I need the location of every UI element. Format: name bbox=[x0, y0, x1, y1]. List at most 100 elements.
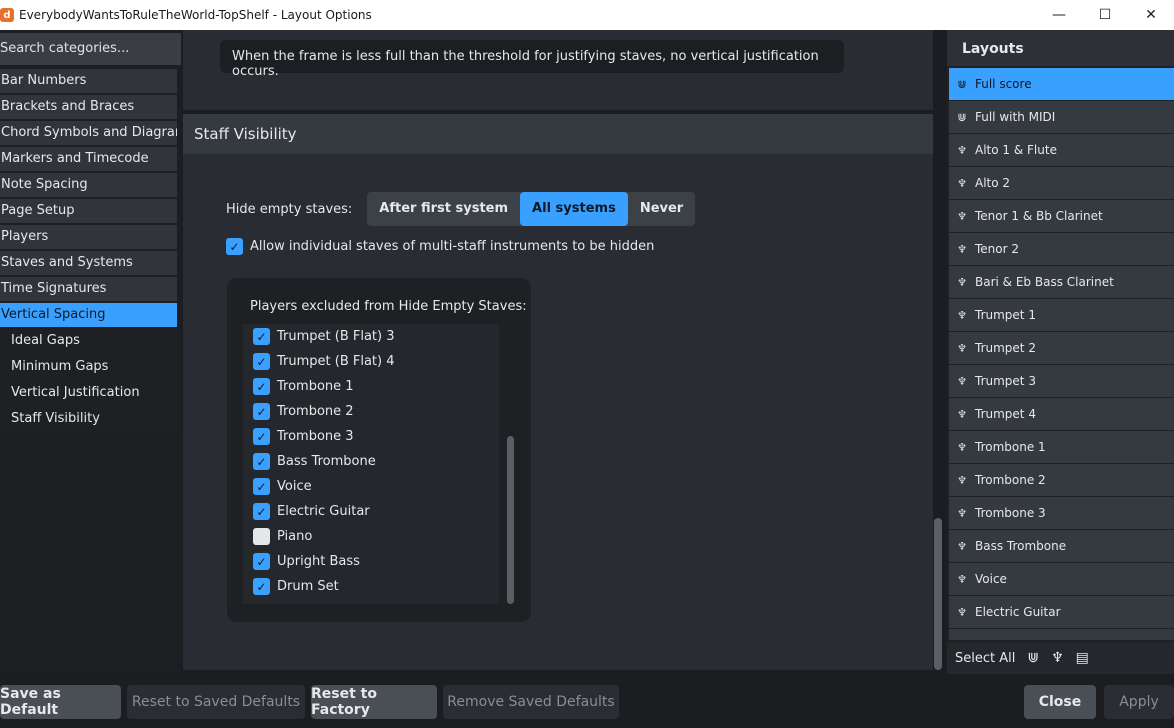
window-title: EverybodyWantsToRuleTheWorld-TopShelf - … bbox=[19, 8, 372, 22]
player-checkbox[interactable]: ✓ bbox=[253, 453, 270, 470]
bottom-bar: Save as Default Reset to Saved Defaults … bbox=[0, 674, 1174, 728]
reset-to-saved-defaults-button[interactable]: Reset to Saved Defaults bbox=[127, 685, 305, 719]
section-title: Staff Visibility bbox=[183, 114, 933, 154]
layout-item[interactable]: ♆ Trombone 3 bbox=[949, 497, 1174, 529]
part-icon: ♆ bbox=[957, 143, 967, 157]
layout-item[interactable]: ♆ Trumpet 1 bbox=[949, 299, 1174, 331]
remove-saved-defaults-button[interactable]: Remove Saved Defaults bbox=[443, 685, 619, 719]
sidebar-category[interactable]: Page Setup bbox=[0, 199, 177, 223]
close-window-button[interactable]: ✕ bbox=[1128, 0, 1174, 30]
player-row[interactable]: ✓ Trumpet (B Flat) 3 bbox=[243, 324, 499, 349]
layout-label: Full score bbox=[975, 77, 1032, 91]
layout-item[interactable]: ♆ Electric Guitar bbox=[949, 596, 1174, 628]
sidebar-category[interactable]: Note Spacing bbox=[0, 173, 177, 197]
player-checkbox[interactable]: ✓ bbox=[253, 478, 270, 495]
player-row[interactable]: ✓ Electric Guitar bbox=[243, 499, 499, 524]
sidebar-category[interactable]: Staves and Systems bbox=[0, 251, 177, 275]
sidebar-category[interactable]: Chord Symbols and Diagrams bbox=[0, 121, 177, 145]
hide-option-button[interactable]: After first system bbox=[367, 192, 520, 226]
player-row[interactable]: ✓ Trumpet (B Flat) 4 bbox=[243, 349, 499, 374]
part-icon: ♆ bbox=[957, 242, 967, 256]
select-full-score-icon[interactable]: ⋓ bbox=[1027, 650, 1039, 666]
sidebar-category[interactable]: Brackets and Braces bbox=[0, 95, 177, 119]
select-all-row: Select All ⋓ ♆ ▤ bbox=[947, 642, 1174, 674]
part-icon: ♆ bbox=[957, 275, 967, 289]
players-excluded-title: Players excluded from Hide Empty Staves: bbox=[250, 299, 527, 314]
layout-item[interactable]: ♆ Trombone 1 bbox=[949, 431, 1174, 463]
minimize-button[interactable]: — bbox=[1036, 0, 1082, 30]
player-checkbox[interactable]: ✓ bbox=[253, 553, 270, 570]
search-categories-input[interactable]: Search categories... bbox=[0, 33, 181, 65]
player-label: Piano bbox=[277, 529, 313, 544]
player-label: Trumpet (B Flat) 4 bbox=[277, 354, 395, 369]
close-button[interactable]: Close bbox=[1024, 685, 1096, 719]
player-label: Trumpet (B Flat) 3 bbox=[277, 329, 395, 344]
player-checkbox[interactable]: ✓ bbox=[253, 503, 270, 520]
main-scrollbar[interactable] bbox=[934, 518, 942, 670]
sidebar-subcategory[interactable]: Ideal Gaps bbox=[0, 329, 181, 355]
sidebar-subcategory[interactable]: Staff Visibility bbox=[0, 407, 181, 433]
save-as-default-button[interactable]: Save as Default bbox=[0, 685, 121, 719]
staff-visibility-panel: Staff Visibility Hide empty staves: Afte… bbox=[183, 114, 933, 670]
player-checkbox[interactable]: ✓ bbox=[253, 528, 270, 545]
player-row[interactable]: ✓ Upright Bass bbox=[243, 549, 499, 574]
select-parts-icon[interactable]: ♆ bbox=[1051, 650, 1064, 666]
player-label: Drum Set bbox=[277, 579, 339, 594]
reset-to-factory-button[interactable]: Reset to Factory bbox=[311, 685, 437, 719]
allow-hidden-checkbox[interactable]: ✓ bbox=[226, 238, 243, 255]
maximize-button[interactable]: ☐ bbox=[1082, 0, 1128, 30]
sidebar-subcategory[interactable]: Vertical Justification bbox=[0, 381, 181, 407]
allow-hidden-row[interactable]: ✓ Allow individual staves of multi-staff… bbox=[226, 238, 654, 255]
hide-option-button[interactable]: Never bbox=[628, 192, 695, 226]
player-checkbox[interactable]: ✓ bbox=[253, 403, 270, 420]
hide-empty-staves-row: Hide empty staves: After first system All… bbox=[226, 192, 696, 226]
player-checkbox[interactable]: ✓ bbox=[253, 428, 270, 445]
sidebar-subcategory[interactable]: Minimum Gaps bbox=[0, 355, 181, 381]
sidebar-category[interactable]: Players bbox=[0, 225, 177, 249]
player-row[interactable]: ✓ Trombone 3 bbox=[243, 424, 499, 449]
player-row[interactable]: ✓ Drum Set bbox=[243, 574, 499, 599]
layout-item[interactable]: ♆ Voice bbox=[949, 563, 1174, 595]
layout-label: Trumpet 2 bbox=[975, 341, 1036, 355]
layout-item[interactable]: ♆ Tenor 1 & Bb Clarinet bbox=[949, 200, 1174, 232]
layout-label: Alto 1 & Flute bbox=[975, 143, 1057, 157]
layout-item[interactable]: ⋓ Full score bbox=[949, 68, 1174, 100]
layout-item[interactable]: ♆ Bari & Eb Bass Clarinet bbox=[949, 266, 1174, 298]
sidebar-category[interactable]: Markers and Timecode bbox=[0, 147, 177, 171]
hide-option-button[interactable]: All systems bbox=[520, 192, 628, 226]
sidebar-category[interactable]: Vertical Spacing bbox=[0, 303, 177, 327]
player-row[interactable]: ✓ Piano bbox=[243, 524, 499, 549]
player-row[interactable]: ✓ Voice bbox=[243, 474, 499, 499]
layout-item[interactable]: ⋓ Full with MIDI bbox=[949, 101, 1174, 133]
sidebar-category[interactable]: Bar Numbers bbox=[0, 69, 177, 93]
player-checkbox[interactable]: ✓ bbox=[253, 328, 270, 345]
layout-item[interactable]: ♆ Alto 2 bbox=[949, 167, 1174, 199]
layout-item[interactable]: ♆ Bass Trombone bbox=[949, 530, 1174, 562]
part-icon: ♆ bbox=[957, 209, 967, 223]
layout-label: Electric Guitar bbox=[975, 605, 1061, 619]
app-logo-icon: d bbox=[0, 8, 14, 22]
layout-item[interactable]: ♆ Tenor 2 bbox=[949, 233, 1174, 265]
layout-item[interactable]: ♆ Alto 1 & Flute bbox=[949, 134, 1174, 166]
layout-item[interactable]: ♆ Trumpet 3 bbox=[949, 365, 1174, 397]
player-checkbox[interactable]: ✓ bbox=[253, 578, 270, 595]
sidebar-category[interactable]: Time Signatures bbox=[0, 277, 177, 301]
select-all-button[interactable]: Select All bbox=[955, 651, 1015, 666]
layout-label: Alto 2 bbox=[975, 176, 1011, 190]
select-custom-icon[interactable]: ▤ bbox=[1076, 650, 1089, 666]
player-checkbox[interactable]: ✓ bbox=[253, 353, 270, 370]
player-row[interactable]: ✓ Trombone 1 bbox=[243, 374, 499, 399]
players-excluded-box: Players excluded from Hide Empty Staves:… bbox=[227, 278, 531, 622]
players-list: ✓ Trumpet (B Flat) 3 ✓ Trumpet (B Flat) 4 ✓ T… bbox=[243, 324, 499, 604]
player-row[interactable]: ✓ Trombone 2 bbox=[243, 399, 499, 424]
apply-button[interactable]: Apply bbox=[1104, 685, 1174, 719]
player-checkbox[interactable]: ✓ bbox=[253, 378, 270, 395]
layout-item[interactable]: ♆ Trumpet 2 bbox=[949, 332, 1174, 364]
players-scrollbar[interactable] bbox=[507, 436, 514, 604]
layout-item[interactable]: ♆ Trombone 2 bbox=[949, 464, 1174, 496]
player-row[interactable]: ✓ Bass Trombone bbox=[243, 449, 499, 474]
full-score-icon: ⋓ bbox=[957, 110, 967, 124]
layout-item[interactable]: ♆ Trumpet 4 bbox=[949, 398, 1174, 430]
layout-item[interactable]: ♆ bbox=[949, 629, 1174, 640]
hide-empty-staves-label: Hide empty staves: bbox=[226, 201, 353, 217]
